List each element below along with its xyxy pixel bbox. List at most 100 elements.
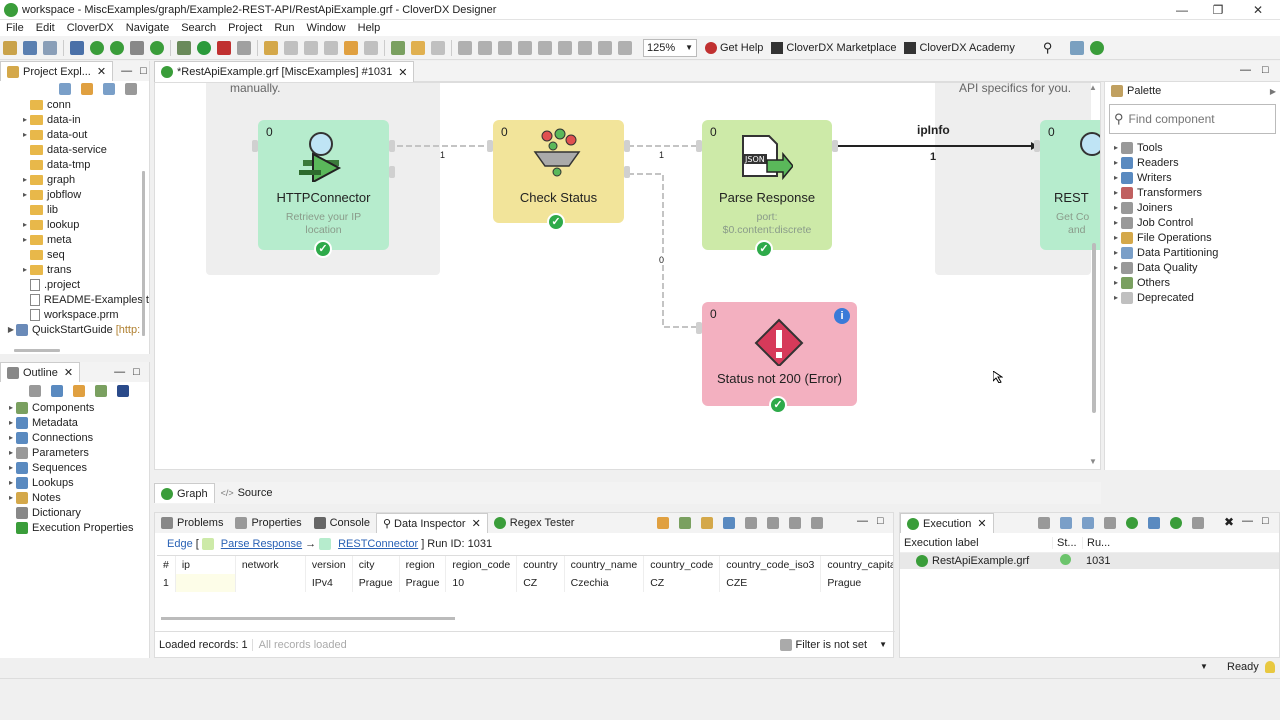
chevron-right-icon[interactable]: ▸ (1111, 188, 1121, 197)
palette-category[interactable]: ▸ Deprecated (1111, 290, 1280, 305)
column-header[interactable]: # (157, 556, 176, 574)
table-cell[interactable]: Czechia (564, 574, 645, 592)
status-clover-icon[interactable] (1186, 661, 1198, 673)
outline-item[interactable]: ▸ Metadata (6, 415, 149, 430)
palette-category[interactable]: ▸ Joiners (1111, 200, 1280, 215)
outline-item[interactable]: ▸ Notes (6, 490, 149, 505)
minimize-view-icon[interactable]: — (121, 65, 132, 77)
chevron-right-icon[interactable]: ▸ (1111, 158, 1121, 167)
menu-cloverdx[interactable]: CloverDX (61, 22, 120, 34)
problems-tab[interactable]: Problems (155, 513, 229, 533)
input-port[interactable] (696, 322, 702, 334)
clover-icon[interactable] (90, 40, 104, 55)
maximize-icon[interactable] (811, 517, 823, 529)
outline-item[interactable]: ▸ Connections (6, 430, 149, 445)
clover-perspective-icon[interactable] (1090, 40, 1105, 55)
execution-run-header[interactable]: Ru... (1082, 536, 1112, 549)
exec-log-icon[interactable] (1148, 517, 1160, 529)
zoom-select[interactable]: 125% ▼ (643, 38, 697, 57)
clover-run-icon[interactable] (150, 40, 164, 55)
output-port-2[interactable] (389, 166, 395, 178)
tree-item[interactable]: ▸ data-in (20, 112, 149, 127)
column-header[interactable]: country_capital (820, 556, 893, 574)
vertical-scrollbar[interactable] (142, 171, 145, 336)
chevron-right-icon[interactable]: ▸ (6, 418, 16, 427)
save-all-icon[interactable] (43, 40, 57, 55)
marketplace-button[interactable]: CloverDX Marketplace (771, 41, 896, 54)
outline-view-icon[interactable] (117, 385, 129, 397)
tree-item[interactable]: ▸ data-out (20, 127, 149, 142)
column-header[interactable]: network (235, 556, 306, 574)
minimize-view-icon[interactable]: — (1242, 515, 1253, 527)
paste-icon[interactable] (478, 40, 492, 55)
maximize-button[interactable]: ❐ (1200, 0, 1236, 20)
chevron-right-icon[interactable]: ▸ (1111, 248, 1121, 257)
graph-tab[interactable]: Graph (154, 483, 215, 503)
output-port[interactable] (624, 140, 630, 152)
regex-tester-tab[interactable]: Regex Tester (488, 513, 581, 533)
canvas-vertical-scrollbar[interactable] (1092, 243, 1096, 413)
open-icon[interactable] (264, 40, 278, 55)
outline-item[interactable]: ▸ Lookups (6, 475, 149, 490)
tree-item[interactable]: README-Examples.t (20, 292, 149, 307)
palette-category[interactable]: ▸ Transformers (1111, 185, 1280, 200)
chevron-right-icon[interactable]: ▸ (6, 448, 16, 457)
close-icon[interactable]: ✕ (398, 66, 407, 79)
export-icon[interactable] (391, 40, 405, 55)
palette-search-input[interactable] (1128, 112, 1259, 126)
palette-category[interactable]: ▸ Data Quality (1111, 260, 1280, 275)
layout-icon[interactable] (518, 40, 532, 55)
table-cell[interactable]: Prague (352, 574, 400, 592)
tree-item[interactable]: conn (20, 97, 149, 112)
inspector-pin-icon[interactable] (657, 517, 669, 529)
breadcrumb-edge[interactable]: Edge (167, 538, 193, 550)
chevron-right-icon[interactable]: ▸ (20, 115, 30, 124)
filter-button[interactable]: Filter is not set ▼ (779, 638, 887, 651)
close-icon[interactable]: ✕ (472, 517, 481, 530)
edge-check-error[interactable] (628, 173, 696, 328)
source-tab[interactable]: </> Source (215, 483, 279, 503)
tree-item-quickstart[interactable]: ▶ QuickStartGuide [http: (0, 322, 149, 337)
menu-search[interactable]: Search (175, 22, 222, 34)
console-icon[interactable] (70, 40, 84, 55)
table-cell[interactable]: CZE (719, 574, 822, 592)
align-icon[interactable] (304, 40, 318, 55)
column-header[interactable]: region_code (445, 556, 518, 574)
collapse-all-icon[interactable] (1082, 517, 1094, 529)
table-cell[interactable]: Prague (820, 574, 893, 592)
column-header[interactable]: country_code_iso3 (719, 556, 822, 574)
output-port[interactable] (832, 140, 838, 152)
minimize-editor-icon[interactable]: — (1240, 64, 1251, 76)
execution-label-header[interactable]: Execution label (900, 537, 1052, 549)
tree-item[interactable]: data-tmp (20, 157, 149, 172)
project-explorer-tab[interactable]: Project Expl... ✕ (0, 61, 114, 81)
outline-filter-icon[interactable] (95, 385, 107, 397)
collapse-all-icon[interactable] (59, 83, 71, 95)
link-editor-icon[interactable] (81, 83, 93, 95)
close-icon[interactable]: ✕ (64, 366, 73, 379)
table-cell[interactable]: IPv4 (305, 574, 353, 592)
filter-icon[interactable] (103, 83, 115, 95)
link-icon[interactable] (130, 40, 144, 55)
table-horizontal-scrollbar[interactable] (161, 617, 455, 620)
chevron-right-icon[interactable]: ▸ (1111, 263, 1121, 272)
tree-item[interactable]: ▸ lookup (20, 217, 149, 232)
outline-item[interactable]: Dictionary (6, 505, 149, 520)
column-header[interactable]: country_name (564, 556, 645, 574)
academy-button[interactable]: CloverDX Academy (904, 41, 1015, 54)
outline-item[interactable]: ▸ Parameters (6, 445, 149, 460)
stop-icon[interactable] (217, 40, 231, 55)
node-http-connector[interactable]: 0 HTTPConnector Retrieve your IP locatio… (252, 120, 395, 258)
scroll-down-icon[interactable]: ▼ (1089, 457, 1097, 466)
data-inspector-tab[interactable]: ⚲ Data Inspector ✕ (375, 513, 488, 533)
chevron-right-icon[interactable]: ▸ (1111, 173, 1121, 182)
search-icon[interactable]: ⚲ (1043, 40, 1053, 56)
outline-tab[interactable]: Outline ✕ (0, 362, 81, 382)
breadcrumb-from[interactable]: Parse Response (221, 538, 302, 550)
chevron-right-icon[interactable]: ▸ (20, 175, 30, 184)
chevron-down-icon[interactable]: ▼ (1200, 662, 1208, 671)
output-port[interactable] (389, 140, 395, 152)
close-icon[interactable]: ✕ (97, 65, 106, 78)
column-header[interactable]: region (399, 556, 447, 574)
outline-item[interactable]: Execution Properties (6, 520, 149, 535)
